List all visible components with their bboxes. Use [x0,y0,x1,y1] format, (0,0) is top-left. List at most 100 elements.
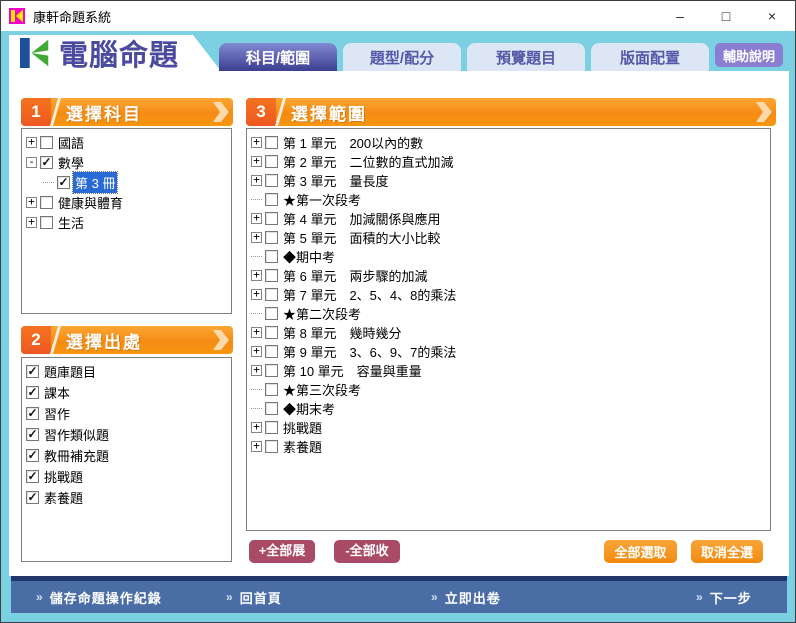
expand-toggle-icon[interactable]: + [251,365,262,376]
tree-checkbox[interactable] [265,212,278,225]
expand-toggle-icon[interactable]: + [251,422,262,433]
tree-checkbox[interactable] [265,250,278,263]
tree-label[interactable]: 第 10 單元 容量與重量 [281,360,424,381]
banner-slash [50,98,61,126]
footer-link-2[interactable]: »回首頁 [226,581,282,613]
tree-label[interactable]: ★第三次段考 [281,379,363,400]
source-label[interactable]: 習作類似題 [42,424,111,445]
tree-label[interactable]: ★第二次段考 [281,303,363,324]
tree-checkbox[interactable] [40,216,53,229]
footer-link-1[interactable]: »儲存命題操作紀錄 [36,581,162,613]
tree-label[interactable]: 素養題 [281,436,324,457]
footer-link-4[interactable]: »下一步 [696,581,752,613]
deselect-all-button[interactable]: 取消全選 [691,540,763,563]
tree-checkbox[interactable] [265,174,278,187]
tree-checkbox[interactable] [265,136,278,149]
tree-checkbox[interactable]: ✓ [57,176,70,189]
tree-label[interactable]: 生活 [56,212,86,233]
source-label[interactable]: 題庫題目 [42,361,98,382]
expand-toggle-icon[interactable]: + [251,156,262,167]
tree-label[interactable]: 第 3 冊 [73,172,117,193]
tree-checkbox[interactable] [265,307,278,320]
app-title: 電腦命題 [59,32,179,74]
source-checkbox[interactable]: ✓ [26,470,39,483]
tree-label[interactable]: ★第一次段考 [281,189,363,210]
collapse-all-button[interactable]: -全部收回 [334,540,400,563]
tree-row: ◆期末考 [249,399,768,418]
source-checkbox[interactable]: ✓ [26,365,39,378]
expand-toggle-icon[interactable]: + [251,441,262,452]
expand-toggle-icon[interactable]: + [251,327,262,338]
tree-checkbox[interactable]: ✓ [40,156,53,169]
tree-checkbox[interactable] [265,383,278,396]
tree-checkbox[interactable] [40,136,53,149]
expand-toggle-icon[interactable]: + [251,213,262,224]
tree-checkbox[interactable] [265,288,278,301]
source-checkbox[interactable]: ✓ [26,449,39,462]
tab-4[interactable]: 版面配置 [591,43,709,71]
tree-label[interactable]: 第 4 單元 加減關係與應用 [281,208,442,229]
source-label[interactable]: 習作 [42,403,72,424]
close-button[interactable]: × [749,1,795,31]
tree-label[interactable]: 健康與體育 [56,192,125,213]
expand-toggle-icon[interactable]: + [251,232,262,243]
minimize-button[interactable]: – [657,1,703,31]
source-label[interactable]: 挑戰題 [42,466,85,487]
tab-1[interactable]: 科目/範圍» [219,43,337,71]
expand-toggle-icon[interactable]: + [26,217,37,228]
tree-label[interactable]: 第 5 單元 面積的大小比較 [281,227,442,248]
tree-checkbox[interactable] [265,440,278,453]
expand-toggle-icon[interactable]: + [251,137,262,148]
expand-all-button[interactable]: +全部展開 [249,540,315,563]
tree-label[interactable]: ◆期中考 [281,246,337,267]
tree-checkbox[interactable] [265,326,278,339]
tree-row: + 第 9 單元 3、6、9、7的乘法 [249,342,768,361]
tree-row: -✓數學 [24,152,229,172]
expand-toggle-icon[interactable]: + [251,346,262,357]
source-checkbox[interactable]: ✓ [26,428,39,441]
brand-panel: 電腦命題 [9,35,221,71]
source-label[interactable]: 教冊補充題 [42,445,111,466]
source-checkbox[interactable]: ✓ [26,491,39,504]
tree-row: + 第 1 單元 200以內的數 [249,133,768,152]
tree-label[interactable]: 第 3 單元 量長度 [281,170,390,191]
source-label[interactable]: 課本 [42,382,72,403]
footer-link-3[interactable]: »立即出卷 [431,581,501,613]
select-all-button[interactable]: 全部選取 [604,540,677,563]
tree-checkbox[interactable] [265,421,278,434]
help-button[interactable]: 輔助說明 [715,43,783,67]
tree-label[interactable]: 第 7 單元 2、5、4、8的乘法 [281,284,458,305]
source-checkbox[interactable]: ✓ [26,407,39,420]
tree-label[interactable]: 第 2 單元 二位數的直式加減 [281,151,455,172]
tree-checkbox[interactable] [265,193,278,206]
collapse-toggle-icon[interactable]: - [26,157,37,168]
tree-label[interactable]: 第 9 單元 3、6、9、7的乘法 [281,341,458,362]
tree-label[interactable]: 第 8 單元 幾時幾分 [281,322,403,343]
tree-checkbox[interactable] [265,231,278,244]
expand-toggle-icon[interactable]: + [251,289,262,300]
source-checkbox[interactable]: ✓ [26,386,39,399]
expand-toggle-icon[interactable]: + [26,137,37,148]
tree-label[interactable]: 國語 [56,132,86,153]
tree-connector [251,408,262,409]
tree-checkbox[interactable] [265,364,278,377]
tree-label[interactable]: 第 6 單元 兩步驟的加減 [281,265,429,286]
expand-toggle-icon[interactable]: + [251,175,262,186]
tree-checkbox[interactable] [265,345,278,358]
tree-label[interactable]: 第 1 單元 200以內的數 [281,132,425,153]
expand-toggle-icon[interactable]: + [26,197,37,208]
tab-3[interactable]: 預覽題目 [467,43,585,71]
expand-toggle-icon[interactable]: + [251,270,262,281]
banner-arrow-icon [755,101,773,123]
tree-checkbox[interactable] [265,402,278,415]
source-label[interactable]: 素養題 [42,487,85,508]
tree-checkbox[interactable] [265,269,278,282]
maximize-button[interactable]: □ [703,1,749,31]
tree-label[interactable]: 挑戰題 [281,417,324,438]
tree-label[interactable]: 數學 [56,152,86,173]
tab-2[interactable]: 題型/配分 [343,43,461,71]
tree-label[interactable]: ◆期末考 [281,398,337,419]
tree-checkbox[interactable] [265,155,278,168]
tree-checkbox[interactable] [40,196,53,209]
tree-row: + 第 6 單元 兩步驟的加減 [249,266,768,285]
